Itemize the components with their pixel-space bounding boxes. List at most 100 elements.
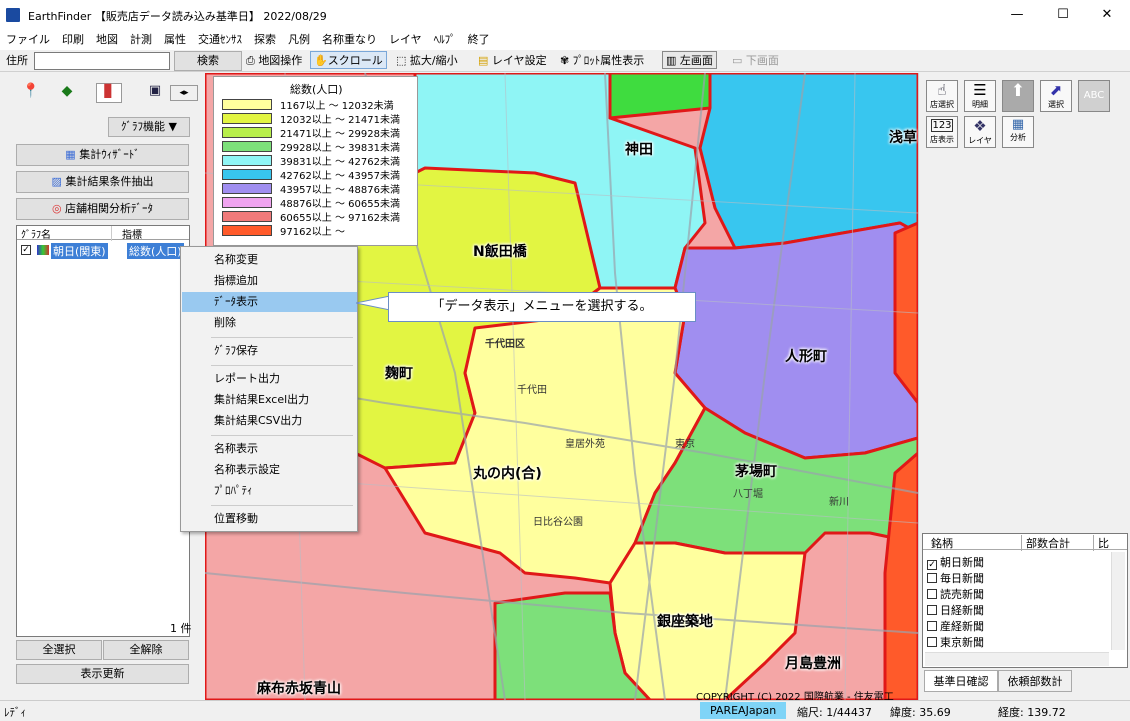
label-marunouchi: 丸の内(合): [473, 466, 542, 482]
graph-list[interactable]: ｸﾞﾗﾌ名 指標 ✓ 朝日(関東) 総数(人口): [16, 225, 190, 637]
paper-name: 毎日新聞: [940, 572, 984, 585]
context-menu: 名称変更 指標追加 ﾃﾞｰﾀ表示 削除 ｸﾞﾗﾌ保存 レポート出力 集計結果Ex…: [180, 246, 358, 532]
store-correlation-button[interactable]: ◎ 店舗相関分析ﾃﾞｰﾀ: [16, 198, 189, 220]
close-button[interactable]: ✕: [1084, 0, 1130, 30]
table-row[interactable]: 毎日新聞: [927, 570, 1107, 585]
checkbox[interactable]: ✓: [927, 560, 937, 570]
label-kayabacho: 茅場町: [735, 464, 777, 480]
list-item[interactable]: ✓ 朝日(関東) 総数(人口): [19, 243, 189, 259]
abc-button[interactable]: ABC: [1078, 80, 1110, 112]
checkbox[interactable]: [927, 589, 937, 599]
tab-pin-icon[interactable]: 📍: [18, 83, 44, 103]
select-tool-label: 選択: [1048, 100, 1064, 109]
menu-explore[interactable]: 探索: [248, 30, 282, 50]
tab-graph-icon[interactable]: ▊: [96, 83, 122, 103]
menu-file[interactable]: ファイル: [0, 30, 56, 50]
col-ratio: 比: [1093, 535, 1109, 551]
menu-name-settings[interactable]: 名称表示設定: [182, 460, 357, 480]
table-row[interactable]: 日経新聞: [927, 602, 1107, 617]
minimize-button[interactable]: —: [994, 0, 1040, 30]
detail-button[interactable]: ☰ 明細: [964, 80, 996, 112]
scroll-button[interactable]: ✋スクロール: [310, 51, 387, 69]
table-row[interactable]: ✓ 朝日新聞: [927, 554, 1107, 570]
tab-scroll-arrows[interactable]: ◂▸: [170, 85, 198, 101]
menu-rename[interactable]: 名称変更: [182, 250, 357, 270]
aggregation-wizard-button[interactable]: ▦ 集計ｳｨｻﾞｰﾄﾞ: [16, 144, 189, 166]
newspaper-table[interactable]: 銘柄 部数合計 比 ✓ 朝日新聞 毎日新聞 読売新聞 日経新聞 産経新聞 東京新聞: [922, 533, 1128, 668]
map-operation-button[interactable]: ⎙ 地図操作: [246, 52, 302, 70]
table-row[interactable]: 産経新聞: [927, 618, 1107, 633]
menu-map[interactable]: 地図: [90, 30, 124, 50]
graph-function-button[interactable]: ｸﾞﾗﾌ機能 ▼: [108, 117, 190, 137]
menu-name-overlap[interactable]: 名称重なり: [316, 30, 383, 50]
tab-base-date[interactable]: 基準日確認: [924, 670, 998, 692]
menu-legend[interactable]: 凡例: [282, 30, 316, 50]
left-screen-button[interactable]: ▥ 左画面: [662, 51, 717, 69]
row-checkbox[interactable]: ✓: [21, 245, 31, 255]
legend-swatch: [222, 127, 272, 138]
refresh-button[interactable]: 表示更新: [16, 664, 189, 684]
menu-help[interactable]: ﾍﾙﾌﾟ: [428, 30, 462, 50]
store-display-button[interactable]: 123 店表示: [926, 116, 958, 148]
menu-move-position[interactable]: 位置移動: [182, 509, 357, 529]
menu-save-graph[interactable]: ｸﾞﾗﾌ保存: [182, 341, 357, 361]
menu-properties[interactable]: ﾌﾟﾛﾊﾟﾃｨ: [182, 481, 357, 501]
tab-request-count[interactable]: 依頼部数計: [998, 670, 1072, 692]
tab-frame-icon[interactable]: ▣: [142, 83, 168, 103]
legend-swatch: [222, 183, 272, 194]
menu-csv-export[interactable]: 集計結果CSV出力: [182, 411, 357, 431]
analysis-button[interactable]: ▦ 分析: [1002, 116, 1034, 148]
menu-attribute[interactable]: 属性: [158, 30, 192, 50]
plot-attr-label: ﾌﾟﾛｯﾄ属性表示: [572, 54, 645, 67]
menu-separator: [211, 365, 353, 366]
checkbox[interactable]: [927, 573, 937, 583]
legend-label: 21471以上 ～ 29928未満: [280, 129, 400, 140]
menu-data-display[interactable]: ﾃﾞｰﾀ表示: [182, 292, 357, 312]
deselect-all-button[interactable]: 全解除: [103, 640, 189, 660]
menu-delete[interactable]: 削除: [182, 313, 357, 333]
label-chiyoda: 千代田: [517, 385, 547, 396]
menu-print[interactable]: 印刷: [56, 30, 90, 50]
legend-title: 総数(人口): [290, 83, 343, 96]
vertical-scrollbar[interactable]: [1111, 552, 1125, 650]
label-kokyo: 皇居外苑: [565, 439, 605, 450]
table-row[interactable]: 読売新聞: [927, 586, 1107, 601]
label-ningyocho: 人形町: [785, 349, 827, 365]
menu-report[interactable]: レポート出力: [182, 369, 357, 389]
pointer-button[interactable]: ⬆: [1002, 80, 1034, 112]
menu-exit[interactable]: 終了: [462, 30, 496, 50]
menu-layer[interactable]: レイヤ: [383, 30, 428, 50]
checkbox[interactable]: [927, 637, 937, 647]
layer-button[interactable]: ❖ レイヤ: [964, 116, 996, 148]
bottom-screen-button[interactable]: ▭ 下画面: [732, 52, 779, 70]
store-data-label: 店舗相関分析ﾃﾞｰﾀ: [65, 202, 154, 215]
store-select-button[interactable]: ☝ 店選択: [926, 80, 958, 112]
maximize-button[interactable]: ☐: [1040, 0, 1086, 30]
checkbox[interactable]: [927, 621, 937, 631]
horizontal-scrollbar[interactable]: [925, 652, 1109, 666]
region-blue-ne: [698, 73, 918, 250]
extract-button[interactable]: ▨ 集計結果条件抽出: [16, 171, 189, 193]
menu-measure[interactable]: 計測: [124, 30, 158, 50]
row-index: 総数(人口): [127, 243, 184, 259]
status-longitude: 経度: 139.72: [998, 706, 1066, 719]
zoom-button[interactable]: ⬚ 拡大/縮小: [396, 52, 458, 70]
select-all-button[interactable]: 全選択: [16, 640, 102, 660]
status-scale: 縮尺: 1/44437: [797, 706, 872, 719]
legend-swatch: [222, 99, 272, 110]
legend-label: 39831以上 ～ 42762未満: [280, 157, 400, 168]
address-input[interactable]: [34, 52, 170, 70]
tab-layer-icon[interactable]: ◆: [54, 83, 80, 103]
search-button[interactable]: 検索: [174, 51, 242, 71]
select-tool-button[interactable]: ⬈ 選択: [1040, 80, 1072, 112]
layer-settings-button[interactable]: ▤ レイヤ設定: [478, 52, 547, 70]
menu-traffic[interactable]: 交通ｾﾝｻｽ: [192, 30, 248, 50]
map-op-icon: ⎙: [246, 54, 255, 67]
map-op-label: 地図操作: [258, 54, 303, 67]
checkbox[interactable]: [927, 605, 937, 615]
plot-attr-button[interactable]: ✾ ﾌﾟﾛｯﾄ属性表示: [560, 52, 644, 70]
table-row[interactable]: 東京新聞: [927, 634, 1107, 649]
menu-excel-export[interactable]: 集計結果Excel出力: [182, 390, 357, 410]
menu-add-index[interactable]: 指標追加: [182, 271, 357, 291]
menu-show-name[interactable]: 名称表示: [182, 439, 357, 459]
